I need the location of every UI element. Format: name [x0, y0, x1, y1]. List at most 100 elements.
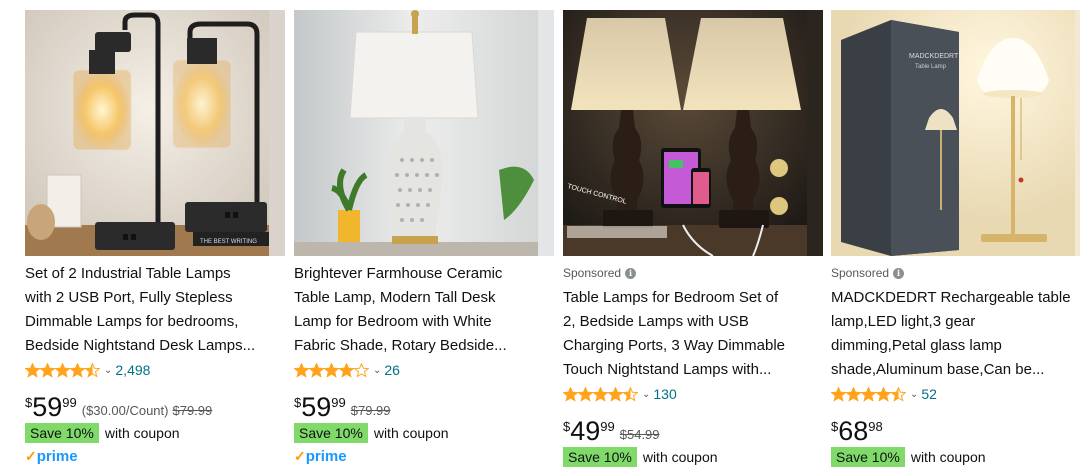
star-icon: [70, 362, 85, 378]
unit-price: ($30.00/Count): [81, 403, 169, 418]
star-icon: [55, 362, 70, 378]
star-icon: [578, 386, 593, 402]
title-line[interactable]: lamp,LED light,3 gear: [831, 310, 1080, 334]
coupon-badge: Save 10%: [831, 447, 905, 467]
star-icon: [354, 362, 369, 378]
product-card[interactable]: THE BEST WRITING Set of 2 Industrial Tab…: [25, 0, 285, 471]
star-icon: [40, 362, 55, 378]
star-icon: [846, 386, 861, 402]
star-icon: [861, 386, 876, 402]
chevron-down-icon[interactable]: ⌄: [642, 389, 650, 400]
coupon-text: with coupon: [910, 449, 986, 465]
rating-row: ⌄ 130: [563, 386, 677, 402]
rating-count-link[interactable]: 130: [653, 386, 676, 402]
price-currency: $: [25, 395, 33, 410]
coupon-row: Save 10% with coupon: [831, 447, 986, 467]
title-line[interactable]: Table Lamp, Modern Tall Desk: [294, 286, 549, 310]
product-title[interactable]: Table Lamps for Bedroom Set of 2, Bedsid…: [563, 286, 818, 382]
coupon-text: with coupon: [373, 425, 449, 441]
star-icon: [593, 386, 608, 402]
prime-badge: ✓ prime: [294, 448, 347, 465]
rating-row: ⌄ 2,498: [25, 362, 150, 378]
star-icon: [831, 386, 846, 402]
title-line[interactable]: Set of 2 Industrial Table Lamps: [25, 262, 280, 286]
star-icon: [309, 362, 324, 378]
rating-row: ⌄ 26: [294, 362, 400, 378]
chevron-down-icon[interactable]: ⌄: [104, 365, 112, 376]
title-line[interactable]: 2, Bedside Lamps with USB: [563, 310, 818, 334]
product-card[interactable]: MADCKDEDRT Table Lamp Sponsored i MADCKD…: [831, 0, 1080, 471]
product-image[interactable]: MADCKDEDRT Table Lamp: [831, 10, 1080, 256]
coupon-row: Save 10% with coupon: [294, 423, 449, 443]
info-icon[interactable]: i: [625, 267, 637, 279]
title-line[interactable]: Lamp for Bedroom with White: [294, 310, 549, 334]
box-subtitle-text: Table Lamp: [915, 64, 947, 70]
book-spine-text: THE BEST WRITING: [200, 239, 257, 245]
title-line[interactable]: with 2 USB Port, Fully Stepless: [25, 286, 280, 310]
title-line[interactable]: Bedside Nightstand Desk Lamps...: [25, 334, 280, 358]
title-line[interactable]: Table Lamps for Bedroom Set of: [563, 286, 818, 310]
coupon-text: with coupon: [642, 449, 718, 465]
price-whole: 59: [301, 392, 332, 422]
price-row[interactable]: $ 59 99 ($30.00/Count) $79.99: [25, 392, 212, 422]
star-rating[interactable]: [25, 362, 100, 378]
rating-row: ⌄ 52: [831, 386, 937, 402]
product-card[interactable]: TOUCH CONTROL Sponsored i Table Lamps fo…: [563, 0, 823, 471]
star-icon: [563, 386, 578, 402]
price-currency: $: [294, 395, 302, 410]
title-line[interactable]: shade,Aluminum base,Can be...: [831, 358, 1080, 382]
star-rating[interactable]: [831, 386, 906, 402]
prime-check-icon: ✓: [25, 448, 37, 464]
list-price: $79.99: [172, 403, 213, 418]
title-line[interactable]: Fabric Shade, Rotary Bedside...: [294, 334, 549, 358]
prime-badge: ✓ prime: [25, 448, 78, 465]
star-icon: [294, 362, 309, 378]
price-row[interactable]: $ 68 98: [831, 416, 888, 446]
coupon-badge: Save 10%: [294, 423, 368, 443]
price-currency: $: [831, 419, 839, 434]
sponsored-label[interactable]: Sponsored i: [563, 266, 637, 280]
title-line[interactable]: MADCKDEDRT Rechargeable table: [831, 286, 1080, 310]
prime-check-icon: ✓: [294, 448, 306, 464]
star-icon: [876, 386, 891, 402]
price-fraction: 99: [62, 395, 77, 410]
product-title[interactable]: Set of 2 Industrial Table Lamps with 2 U…: [25, 262, 280, 358]
title-line[interactable]: Touch Nightstand Lamps with...: [563, 358, 818, 382]
price-whole: 49: [570, 416, 601, 446]
info-icon[interactable]: i: [893, 267, 905, 279]
product-title[interactable]: Brightever Farmhouse Ceramic Table Lamp,…: [294, 262, 549, 358]
star-icon: [85, 362, 100, 378]
title-line[interactable]: Charging Ports, 3 Way Dimmable: [563, 334, 818, 358]
price-row[interactable]: $ 59 99 $79.99: [294, 392, 391, 422]
star-rating[interactable]: [294, 362, 369, 378]
sponsored-text[interactable]: Sponsored: [831, 266, 889, 280]
coupon-badge: Save 10%: [25, 423, 99, 443]
title-line[interactable]: Brightever Farmhouse Ceramic: [294, 262, 549, 286]
price-whole: 59: [32, 392, 63, 422]
product-image[interactable]: TOUCH CONTROL: [563, 10, 823, 256]
price-row[interactable]: $ 49 99 $54.99: [563, 416, 660, 446]
prime-label: prime: [305, 448, 347, 465]
price-fraction: 98: [868, 419, 883, 434]
rating-count-link[interactable]: 2,498: [115, 362, 150, 378]
product-card[interactable]: Brightever Farmhouse Ceramic Table Lamp,…: [294, 0, 554, 471]
price-whole: 68: [838, 416, 869, 446]
star-icon: [623, 386, 638, 402]
product-image[interactable]: THE BEST WRITING: [25, 10, 285, 256]
title-line[interactable]: Dimmable Lamps for bedrooms,: [25, 310, 280, 334]
star-icon: [891, 386, 906, 402]
product-title[interactable]: MADCKDEDRT Rechargeable table lamp,LED l…: [831, 286, 1080, 382]
price-currency: $: [563, 419, 571, 434]
coupon-row: Save 10% with coupon: [25, 423, 180, 443]
chevron-down-icon[interactable]: ⌄: [373, 365, 381, 376]
sponsored-label[interactable]: Sponsored i: [831, 266, 905, 280]
rating-count-link[interactable]: 52: [921, 386, 937, 402]
list-price: $79.99: [350, 403, 391, 418]
star-icon: [25, 362, 40, 378]
product-image[interactable]: [294, 10, 554, 256]
sponsored-text[interactable]: Sponsored: [563, 266, 621, 280]
title-line[interactable]: dimming,Petal glass lamp: [831, 334, 1080, 358]
chevron-down-icon[interactable]: ⌄: [910, 389, 918, 400]
rating-count-link[interactable]: 26: [384, 362, 400, 378]
star-rating[interactable]: [563, 386, 638, 402]
